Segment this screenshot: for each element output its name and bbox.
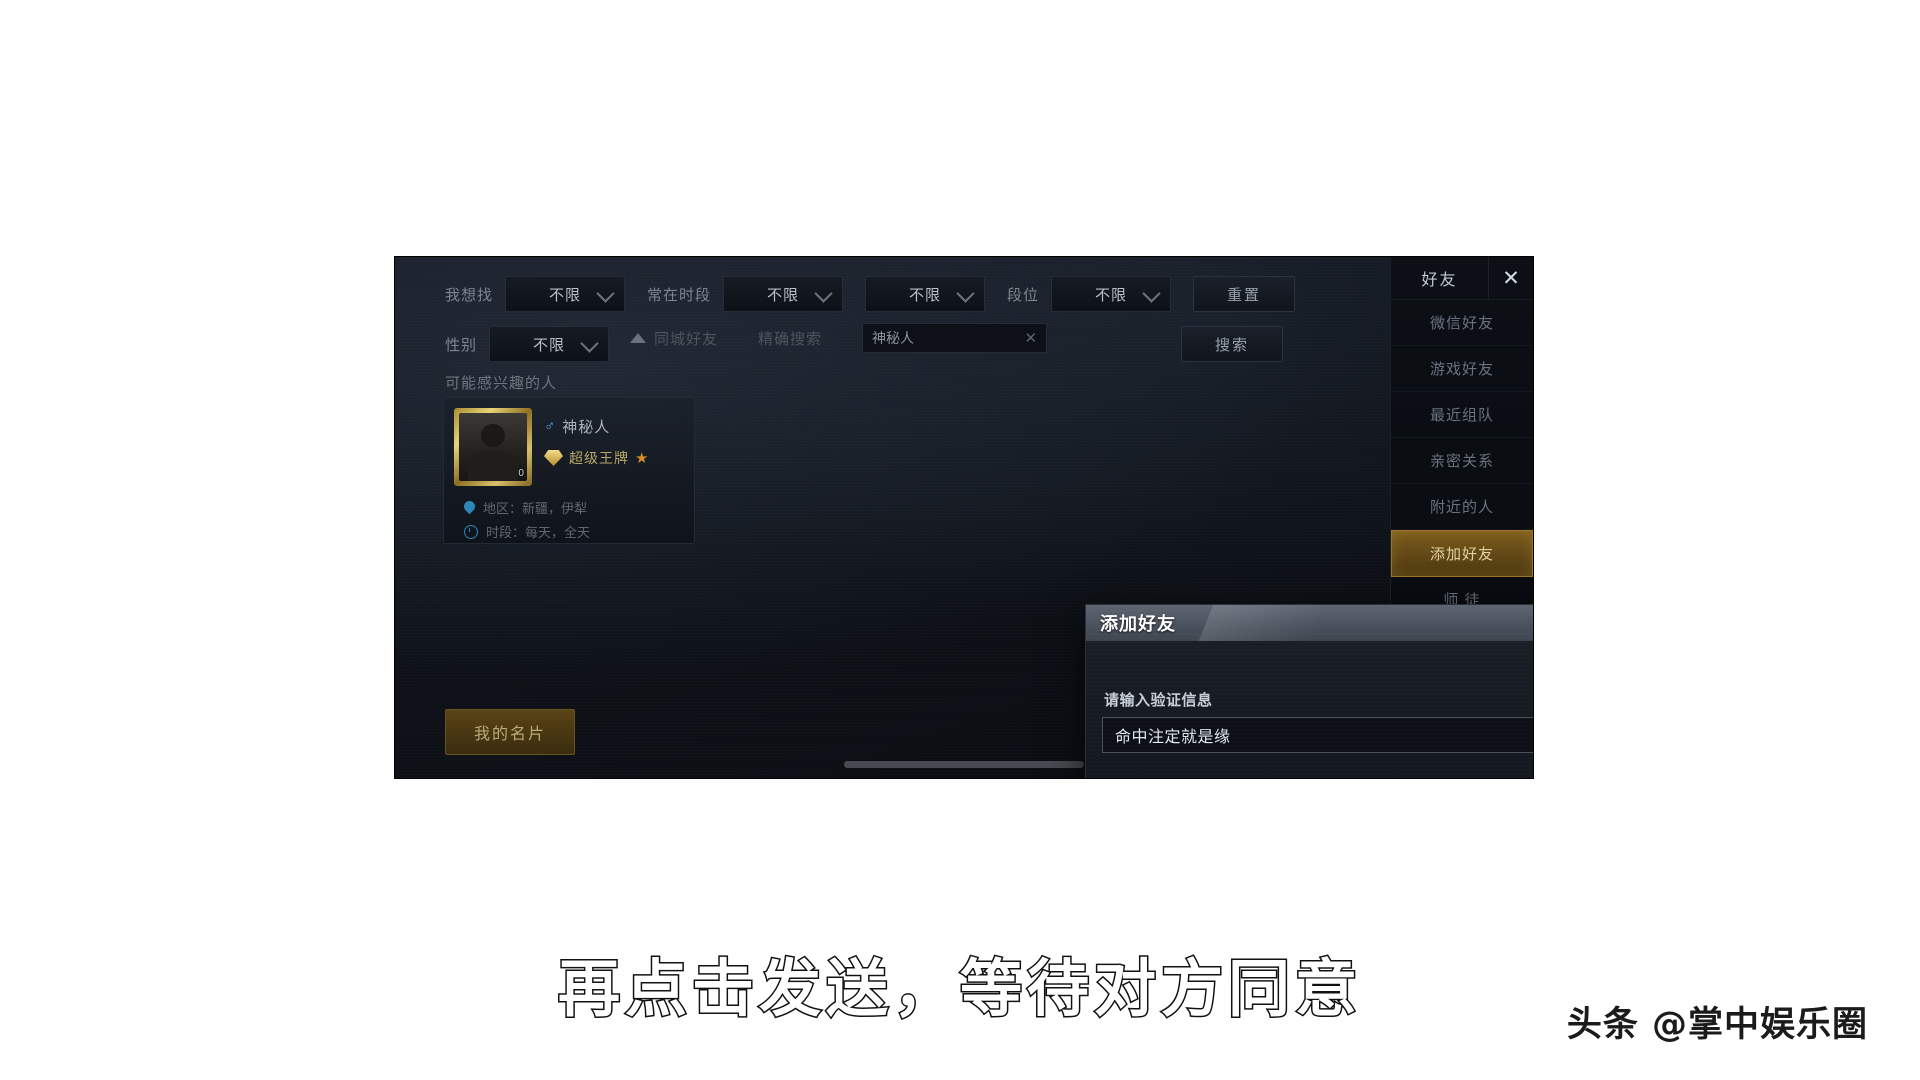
dropdown-looking-for-value: 不限: [549, 286, 582, 304]
dropdown-looking-for[interactable]: 不限: [505, 276, 626, 312]
exact-search-value: 神秘人: [872, 330, 915, 346]
chevron-down-icon: [956, 284, 975, 303]
rank-badge-icon: [544, 450, 563, 466]
filter-label-rank: 段位: [1007, 286, 1040, 304]
avatar: 50: [459, 413, 527, 481]
search-button[interactable]: 搜索: [1181, 326, 1283, 362]
filter-row-primary: 我想找 不限 常在时段 不限 不限 段位 不限 重置: [445, 276, 1296, 312]
sidebar-item-2[interactable]: 最近组队: [1391, 392, 1533, 438]
add-friend-dialog: 添加好友 ✕ 请输入验证信息 命中注定就是缘 7/16 发 送: [1085, 604, 1533, 778]
dialog-title: 添加好友: [1100, 614, 1176, 634]
dropdown-rank-value: 不限: [1095, 286, 1128, 304]
my-card-button[interactable]: 我的名片: [445, 709, 575, 755]
sidebar-item-1[interactable]: 游戏好友: [1391, 346, 1533, 392]
profile-name-row: ♂ 神秘人: [544, 416, 610, 437]
sidebar-header: 好友 ✕: [1391, 257, 1533, 300]
reset-button[interactable]: 重置: [1193, 276, 1296, 312]
subtab-local-friends-label: 同城好友: [654, 330, 719, 348]
dropdown-rank[interactable]: 不限: [1051, 276, 1172, 312]
subtab-row: 同城好友 精确搜索 神秘人 ✕: [630, 323, 1048, 353]
profile-time-label: 时段：每天，全天: [486, 525, 591, 540]
subtab-exact-search[interactable]: 精确搜索: [758, 328, 822, 349]
dialog-title-bar: 添加好友 ✕: [1086, 605, 1533, 641]
filter-label-active-time: 常在时段: [647, 286, 712, 304]
dropdown-gender-value: 不限: [533, 336, 566, 354]
filter-row-secondary: 性别 不限: [445, 326, 631, 362]
avatar-frame: 50: [454, 408, 532, 486]
subtab-local-friends[interactable]: 同城好友: [630, 328, 718, 349]
location-pin-icon: [464, 501, 475, 515]
sidebar-item-label: 添加好友: [1429, 546, 1494, 563]
section-title: 可能感兴趣的人: [445, 375, 558, 392]
profile-rank-label: 超级王牌: [569, 450, 629, 466]
profile-region-label: 地区：新疆，伊犁: [483, 501, 588, 516]
profile-name: 神秘人: [562, 419, 611, 436]
profile-rank-row: 超级王牌 ★: [544, 448, 648, 468]
verification-message-input[interactable]: 命中注定就是缘 7/16: [1102, 717, 1533, 753]
home-indicator[interactable]: [844, 761, 1084, 768]
watermark: 头条 @掌中娱乐圈: [1566, 1005, 1868, 1045]
dialog-field-label: 请输入验证信息: [1104, 692, 1213, 709]
close-icon[interactable]: ✕: [1488, 257, 1533, 299]
male-icon: ♂: [544, 418, 556, 435]
profile-card[interactable]: 50 ♂ 神秘人 超级王牌 ★ 地区：新疆，伊犁 时段：每天，全天: [443, 397, 695, 544]
subtab-exact-search-label: 精确搜索: [758, 330, 823, 348]
filter-label-gender: 性别: [445, 336, 478, 354]
profile-time-row: 时段：每天，全天: [464, 522, 590, 541]
sidebar-item-label: 亲密关系: [1429, 453, 1494, 470]
triangle-up-icon: [630, 333, 646, 343]
dropdown-active-time-day[interactable]: 不限: [723, 276, 844, 312]
sidebar-item-0[interactable]: 微信好友: [1391, 300, 1533, 346]
sidebar-item-3[interactable]: 亲密关系: [1391, 438, 1533, 484]
dropdown-active-time-hour[interactable]: 不限: [865, 276, 986, 312]
profile-region-row: 地区：新疆，伊犁: [464, 498, 587, 517]
exact-search-input[interactable]: 神秘人 ✕: [862, 323, 1048, 353]
avatar-level-label: 50: [512, 468, 524, 479]
filter-label-looking-for: 我想找: [445, 286, 494, 304]
chevron-down-icon: [814, 284, 833, 303]
chevron-down-icon: [596, 284, 615, 303]
game-screen: 我想找 不限 常在时段 不限 不限 段位 不限 重置 性别 不限 搜索 同城好友…: [395, 257, 1533, 778]
sidebar-title: 好友: [1421, 272, 1458, 289]
verification-message-value: 命中注定就是缘: [1115, 729, 1231, 746]
sidebar-item-label: 微信好友: [1429, 315, 1494, 332]
sidebar-item-5[interactable]: 添加好友: [1391, 530, 1533, 577]
sidebar-item-4[interactable]: 附近的人: [1391, 484, 1533, 530]
clear-icon[interactable]: ✕: [1024, 329, 1037, 347]
clock-icon: [464, 524, 478, 539]
star-icon: ★: [635, 450, 649, 467]
chevron-down-icon: [580, 334, 599, 353]
sidebar-item-label: 最近组队: [1429, 407, 1494, 424]
dropdown-active-time-hour-value: 不限: [909, 286, 942, 304]
sidebar-item-label: 附近的人: [1429, 499, 1494, 516]
dropdown-active-time-day-value: 不限: [767, 286, 800, 304]
chevron-down-icon: [1142, 284, 1161, 303]
dropdown-gender[interactable]: 不限: [489, 326, 610, 362]
sidebar-item-label: 游戏好友: [1429, 361, 1494, 378]
